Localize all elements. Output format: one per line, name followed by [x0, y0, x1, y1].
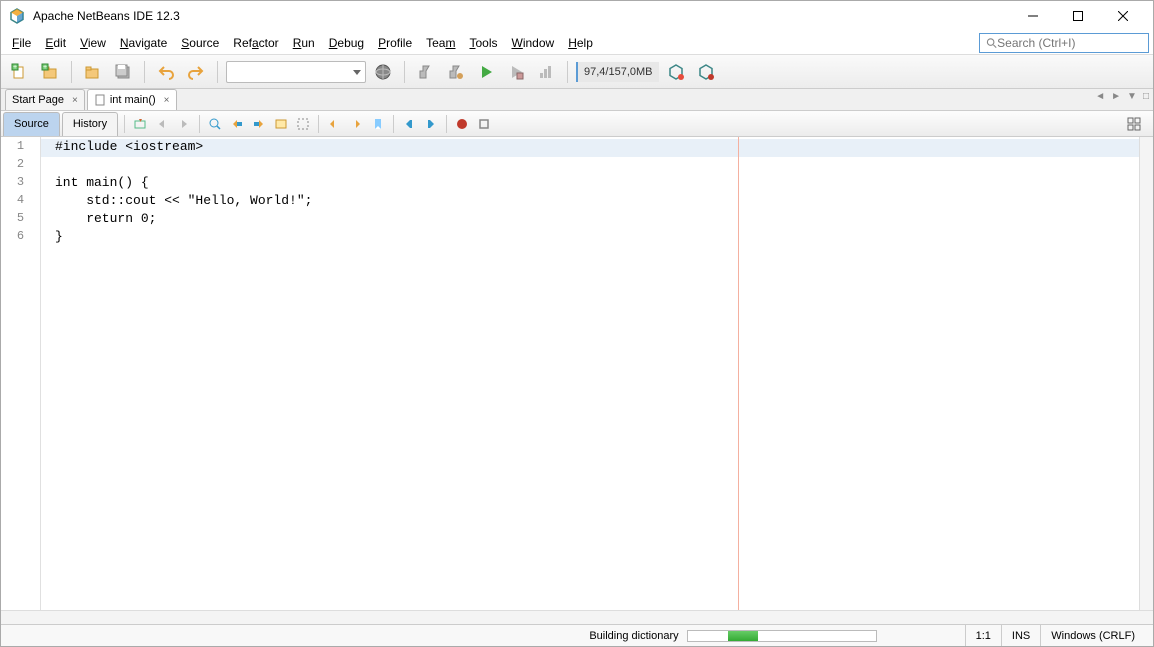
- line-number: 2: [1, 157, 40, 175]
- toggle-rectangular-button[interactable]: [292, 113, 314, 135]
- debug-button[interactable]: [503, 59, 529, 85]
- dropdown-tabs-icon[interactable]: ▼: [1127, 91, 1137, 102]
- new-project-button[interactable]: +: [37, 59, 63, 85]
- horizontal-scrollbar[interactable]: [1, 610, 1153, 624]
- code-line: }: [55, 229, 1153, 247]
- line-number: 4: [1, 193, 40, 211]
- shift-right-button[interactable]: [420, 113, 442, 135]
- save-all-button[interactable]: [110, 59, 136, 85]
- code-line: [55, 157, 1153, 175]
- menu-profile[interactable]: Profile: [371, 33, 419, 53]
- search-icon: [986, 37, 997, 49]
- build-button[interactable]: [413, 59, 439, 85]
- new-file-button[interactable]: +: [7, 59, 33, 85]
- right-margin-line: [738, 137, 739, 610]
- config-combo[interactable]: [226, 61, 366, 83]
- line-number: 5: [1, 211, 40, 229]
- clean-build-button[interactable]: [443, 59, 469, 85]
- toggle-highlight-button[interactable]: [270, 113, 292, 135]
- plugin-error-button[interactable]: [693, 59, 719, 85]
- close-icon[interactable]: ×: [72, 95, 78, 106]
- menu-tea[interactable]: Team: [419, 33, 462, 53]
- svg-text:+: +: [43, 64, 47, 71]
- forward-button[interactable]: [173, 113, 195, 135]
- line-gutter: 123456: [1, 137, 41, 610]
- macro-record-button[interactable]: [451, 113, 473, 135]
- prev-bookmark-button[interactable]: [323, 113, 345, 135]
- window-controls: [1010, 1, 1145, 31]
- close-window-button[interactable]: [1100, 1, 1145, 31]
- scroll-right-icon[interactable]: ►: [1111, 91, 1121, 102]
- main-toolbar: + + 97,4/157,0MB: [1, 55, 1153, 89]
- status-bar: Building dictionary 1:1 INS Windows (CRL…: [1, 624, 1153, 646]
- menu-view[interactable]: View: [73, 33, 113, 53]
- toggle-bookmark-button[interactable]: [367, 113, 389, 135]
- menu-source[interactable]: Source: [174, 33, 226, 53]
- menu-help[interactable]: Help: [561, 33, 600, 53]
- tab-int-main-[interactable]: int main()×: [87, 89, 177, 110]
- menu-debug[interactable]: Debug: [322, 33, 371, 53]
- window-title: Apache NetBeans IDE 12.3: [33, 9, 1010, 23]
- code-line: int main() {: [55, 175, 1153, 193]
- back-button[interactable]: [151, 113, 173, 135]
- find-next-button[interactable]: [248, 113, 270, 135]
- plugin-update-button[interactable]: [663, 59, 689, 85]
- document-tabs: Start Page×int main()× ◄ ► ▼ □: [1, 89, 1153, 111]
- menu-run[interactable]: Run: [286, 33, 322, 53]
- browser-button[interactable]: [370, 59, 396, 85]
- title-bar: Apache NetBeans IDE 12.3: [1, 1, 1153, 31]
- redo-button[interactable]: [183, 59, 209, 85]
- code-line: return 0;: [55, 211, 1153, 229]
- line-number: 3: [1, 175, 40, 193]
- search-input[interactable]: [997, 36, 1142, 50]
- history-tab[interactable]: History: [62, 112, 118, 136]
- code-editor[interactable]: 123456 #include <iostream>int main() { s…: [1, 137, 1153, 610]
- profile-button[interactable]: [533, 59, 559, 85]
- code-line: #include <iostream>: [41, 139, 1153, 157]
- find-prev-button[interactable]: [226, 113, 248, 135]
- editor-toolbar: Source History: [1, 111, 1153, 137]
- line-number: 1: [1, 139, 40, 157]
- quick-search[interactable]: [979, 33, 1149, 53]
- split-editor-button[interactable]: [1123, 113, 1145, 135]
- menu-navigate[interactable]: Navigate: [113, 33, 174, 53]
- maximize-button[interactable]: [1055, 1, 1100, 31]
- maximize-editor-icon[interactable]: □: [1143, 91, 1149, 102]
- menu-edit[interactable]: Edit: [38, 33, 73, 53]
- code-area[interactable]: #include <iostream>int main() { std::cou…: [41, 137, 1153, 610]
- progress-bar: [687, 630, 877, 642]
- source-tab[interactable]: Source: [3, 112, 60, 136]
- run-button[interactable]: [473, 59, 499, 85]
- undo-button[interactable]: [153, 59, 179, 85]
- status-task: Building dictionary: [589, 630, 678, 642]
- menu-refctor[interactable]: Refactor: [226, 33, 285, 53]
- shift-left-button[interactable]: [398, 113, 420, 135]
- open-project-button[interactable]: [80, 59, 106, 85]
- netbeans-logo-icon: [9, 8, 25, 24]
- find-selection-button[interactable]: [204, 113, 226, 135]
- memory-meter[interactable]: 97,4/157,0MB: [576, 62, 659, 82]
- line-ending[interactable]: Windows (CRLF): [1040, 625, 1145, 646]
- scroll-left-icon[interactable]: ◄: [1095, 91, 1105, 102]
- menu-window[interactable]: Window: [505, 33, 562, 53]
- next-bookmark-button[interactable]: [345, 113, 367, 135]
- svg-text:+: +: [13, 64, 17, 71]
- cursor-position[interactable]: 1:1: [965, 625, 1001, 646]
- code-line: std::cout << "Hello, World!";: [55, 193, 1153, 211]
- last-edit-button[interactable]: [129, 113, 151, 135]
- menu-tools[interactable]: Tools: [462, 33, 504, 53]
- minimize-button[interactable]: [1010, 1, 1055, 31]
- macro-stop-button[interactable]: [473, 113, 495, 135]
- file-icon: [94, 94, 106, 106]
- vertical-scrollbar[interactable]: [1139, 137, 1153, 610]
- line-number: 6: [1, 229, 40, 247]
- insert-mode[interactable]: INS: [1001, 625, 1040, 646]
- menu-bar: FileEditViewNavigateSourceRefactorRunDeb…: [1, 31, 1153, 55]
- close-icon[interactable]: ×: [164, 95, 170, 106]
- menu-file[interactable]: File: [5, 33, 38, 53]
- tab-start-page[interactable]: Start Page×: [5, 89, 85, 110]
